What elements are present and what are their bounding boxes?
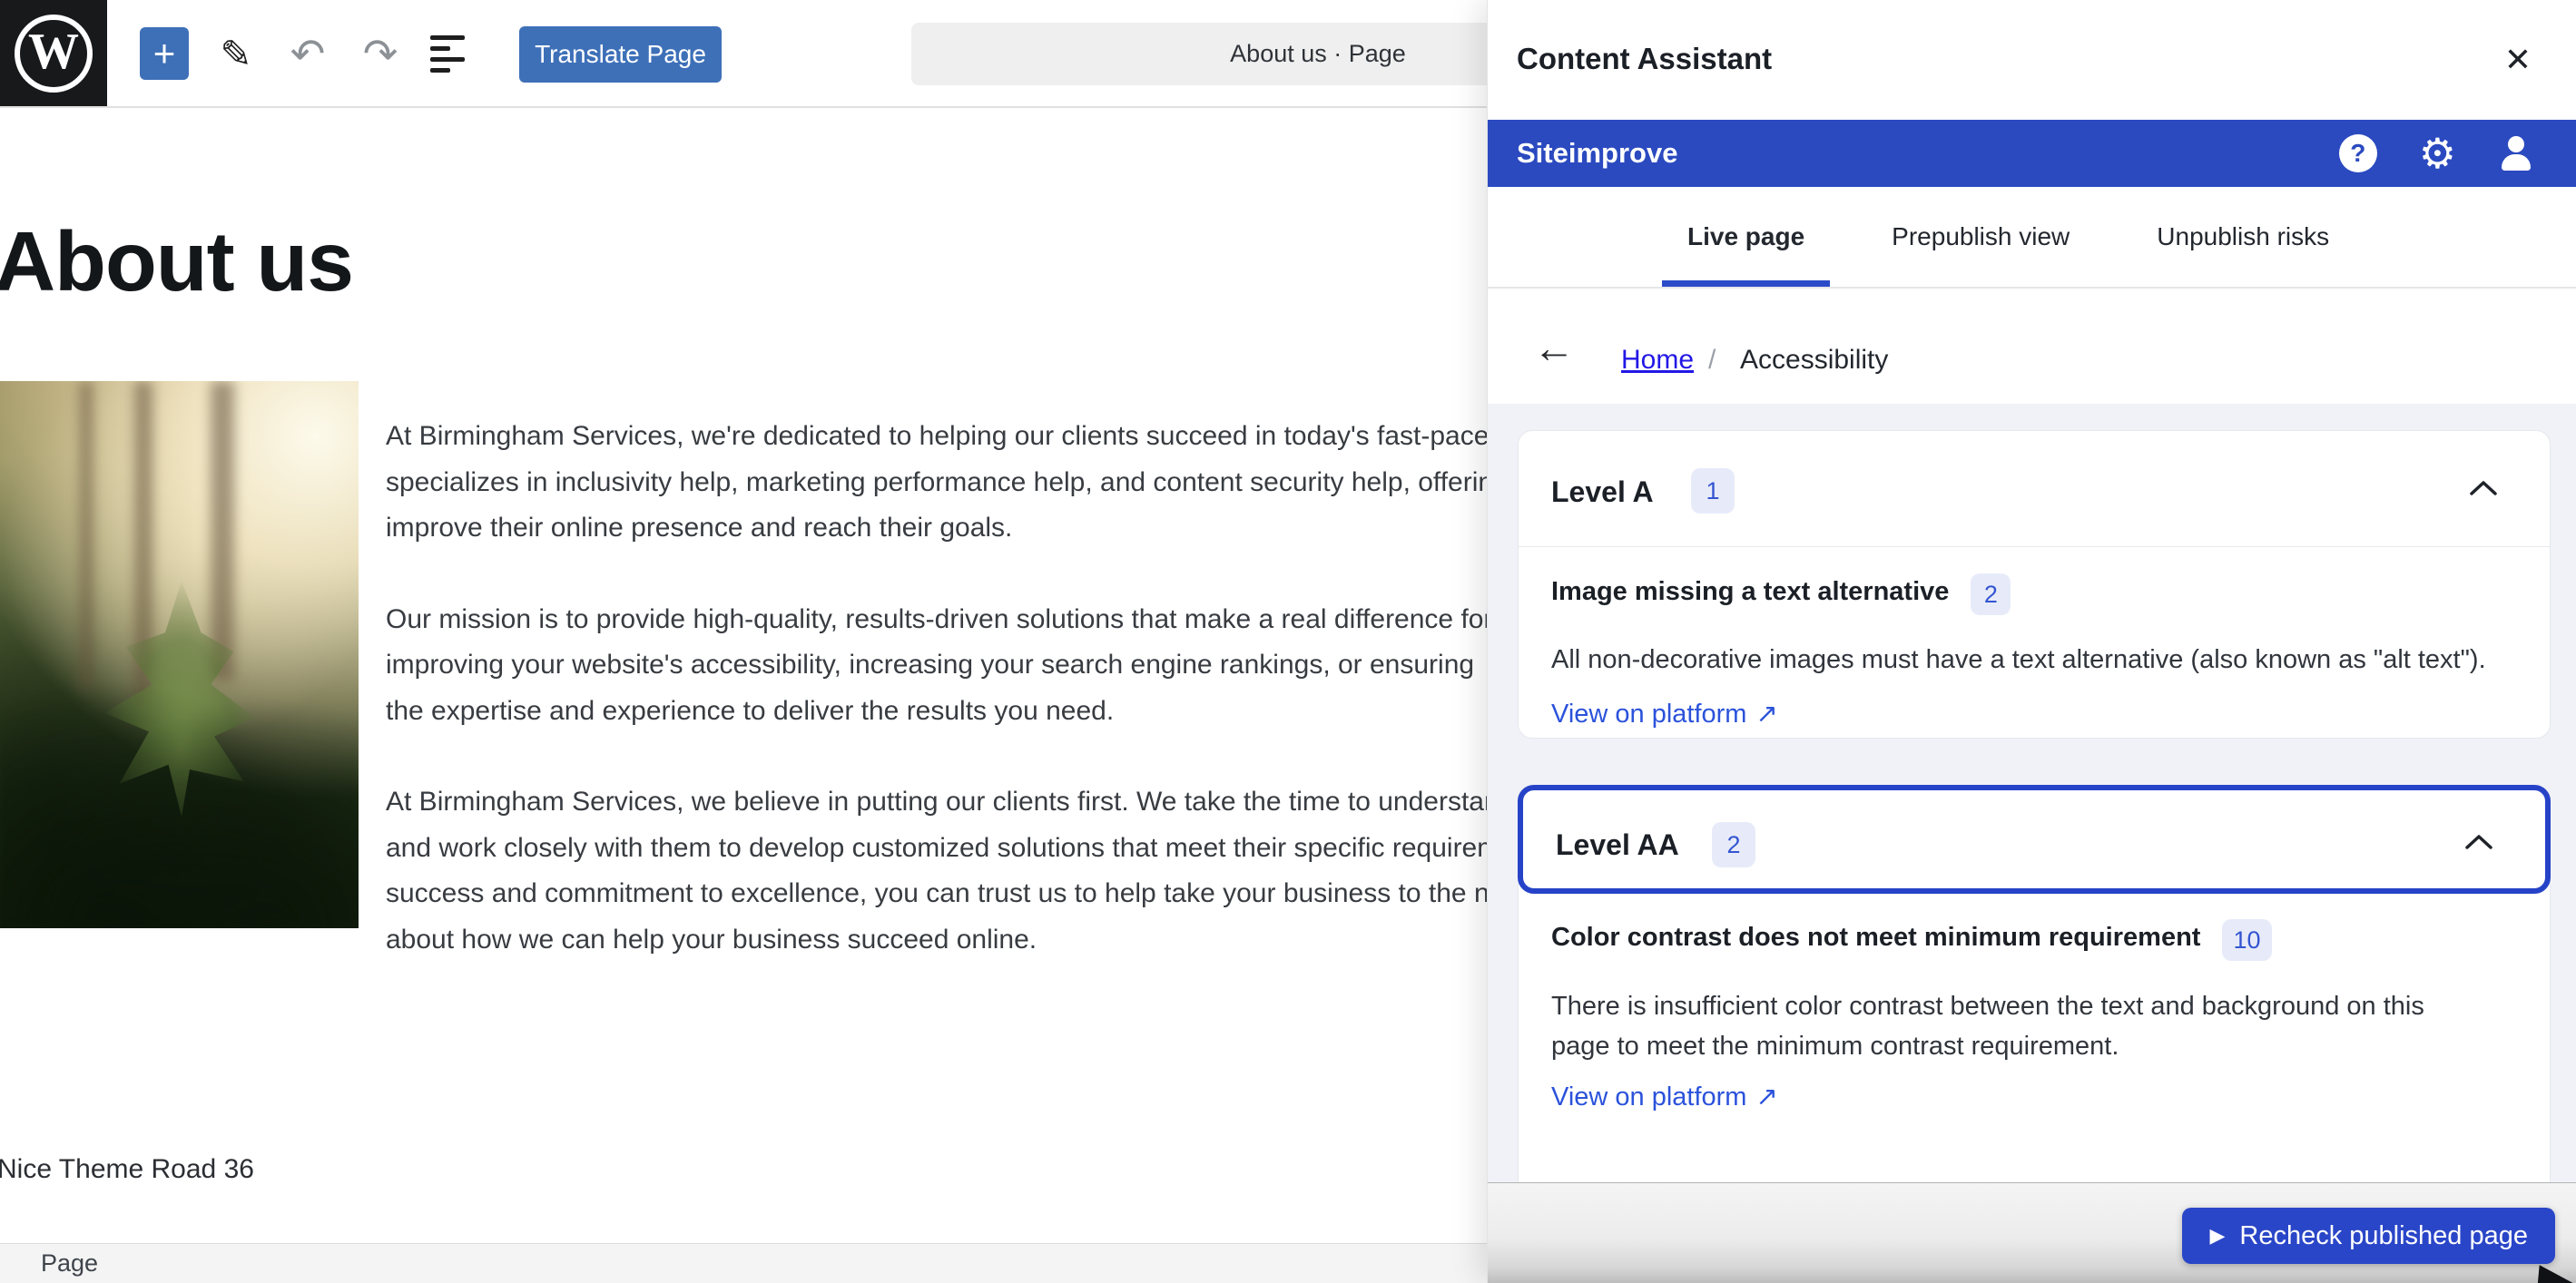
text-line: improve their online presence and reach …	[386, 505, 1487, 552]
text-line: success and commitment to excellence, yo…	[386, 871, 1487, 917]
siteimprove-logo: Siteimprove	[1517, 137, 1677, 170]
play-icon: ▶	[2209, 1224, 2225, 1248]
address-text[interactable]: Nice Theme Road 36	[0, 1154, 254, 1185]
tab-label: Unpublish risks	[2157, 222, 2329, 251]
translate-page-button[interactable]: Translate Page	[519, 26, 722, 83]
issue-count-badge: 10	[2222, 919, 2271, 961]
text-line: the expertise and experience to deliver …	[386, 689, 1487, 735]
page-body-text[interactable]: At Birmingham Services, we're dedicated …	[386, 414, 1487, 1008]
text-line: specializes in inclusivity help, marketi…	[386, 460, 1487, 506]
issue-count-badge: 2	[1971, 573, 2011, 615]
text-line: At Birmingham Services, we're dedicated …	[386, 414, 1487, 460]
card-divider	[1519, 546, 2550, 547]
page-heading[interactable]: About us	[0, 213, 353, 310]
document-overview-icon[interactable]	[430, 0, 479, 107]
account-icon-torso	[2502, 154, 2531, 171]
active-tab-underline	[1662, 280, 1830, 287]
forest-undergrowth	[0, 682, 359, 928]
level-a-card: Level A 1 Image missing a text alternati…	[1518, 430, 2551, 739]
account-icon-head	[2508, 136, 2524, 152]
document-tab-label: About us · Page	[1230, 40, 1406, 68]
panel-title: Content Assistant	[1517, 42, 1772, 76]
redo-icon[interactable]: ↷	[352, 0, 408, 107]
paragraph[interactable]: At Birmingham Services, we're dedicated …	[386, 414, 1487, 552]
status-bar-page-label[interactable]: Page	[41, 1249, 98, 1278]
tab-live-page[interactable]: Live page	[1657, 187, 1835, 287]
breadcrumb: ← Home / Accessibility	[1488, 290, 2576, 404]
link-label: View on platform	[1551, 1082, 1746, 1112]
help-icon[interactable]: ?	[2339, 134, 2377, 172]
breadcrumb-current: Accessibility	[1740, 345, 1888, 376]
issue-title: Image missing a text alternative	[1551, 577, 1949, 607]
issue-description-line: There is insufficient color contrast bet…	[1551, 986, 2517, 1026]
edit-mode-icon[interactable]: ✎	[211, 0, 261, 107]
group-name: Level A	[1551, 475, 1654, 509]
breadcrumb-separator: /	[1708, 345, 1716, 376]
back-arrow-icon[interactable]: ←	[1533, 323, 1575, 372]
paragraph[interactable]: At Birmingham Services, we believe in pu…	[386, 779, 1487, 963]
link-label: View on platform	[1551, 700, 1746, 729]
panel-header: Content Assistant ✕	[1488, 0, 2576, 120]
panel-body: Level A 1 Image missing a text alternati…	[1488, 404, 2576, 1283]
tab-label: Live page	[1687, 222, 1804, 251]
chevron-up-icon	[2463, 832, 2494, 857]
group-count-badge: 1	[1691, 468, 1735, 514]
undo-icon[interactable]: ↶	[280, 0, 336, 107]
external-link-icon: ↗	[1755, 1081, 1777, 1112]
issue-description-line: page to meet the minimum contrast requir…	[1551, 1026, 2517, 1066]
screenshot-root: W + ✎ ↶ ↷ Translate Page About us · Page…	[0, 0, 2576, 1283]
brand-bar-icons: ? ⚙	[2339, 120, 2534, 187]
panel-footer: ▶ Recheck published page	[1488, 1182, 2576, 1283]
gear-icon[interactable]: ⚙	[2419, 132, 2456, 174]
paragraph[interactable]: Our mission is to provide high-quality, …	[386, 597, 1487, 735]
block-inserter-button[interactable]: +	[140, 27, 189, 80]
panel-tabs: Live page Prepublish view Unpublish risk…	[1488, 187, 2576, 289]
level-a-accordion-header[interactable]: Level A 1	[1519, 431, 2550, 546]
wordpress-w-glyph: W	[28, 26, 79, 77]
group-count-badge: 2	[1712, 822, 1755, 867]
level-aa-accordion-header[interactable]: Level AA 2	[1518, 785, 2551, 894]
view-on-platform-link[interactable]: View on platform ↗	[1551, 698, 1778, 730]
issue-description: All non-decorative images must have a te…	[1551, 640, 2517, 680]
text-line: and work closely with them to develop cu…	[386, 826, 1487, 872]
issue-image-alt: Image missing a text alternative 2 All no…	[1519, 575, 2550, 730]
chevron-up-icon	[2468, 478, 2499, 503]
breadcrumb-home-link[interactable]: Home	[1621, 345, 1694, 376]
content-assistant-panel: Content Assistant ✕ Siteimprove ? ⚙ Live…	[1487, 0, 2576, 1283]
text-line: At Birmingham Services, we believe in pu…	[386, 779, 1487, 826]
wordpress-logo-button[interactable]: W	[0, 0, 107, 107]
issue-title: Color contrast does not meet minimum req…	[1551, 923, 2200, 953]
siteimprove-brand-bar: Siteimprove ? ⚙	[1488, 120, 2576, 187]
recheck-published-page-button[interactable]: ▶ Recheck published page	[2182, 1208, 2555, 1264]
recheck-button-label: Recheck published page	[2239, 1221, 2528, 1251]
tree-trunk	[211, 381, 234, 681]
forest-image-block[interactable]	[0, 381, 359, 928]
tab-prepublish-view[interactable]: Prepublish view	[1861, 187, 2100, 287]
group-name: Level AA	[1556, 828, 1679, 862]
tab-unpublish-risks[interactable]: Unpublish risks	[2126, 187, 2360, 287]
view-on-platform-link[interactable]: View on platform ↗	[1551, 1081, 1778, 1112]
text-line: Our mission is to provide high-quality, …	[386, 597, 1487, 643]
account-icon[interactable]	[2498, 134, 2534, 172]
text-line: about how we can help your business succ…	[386, 917, 1487, 964]
tab-label: Prepublish view	[1892, 222, 2070, 251]
external-link-icon: ↗	[1755, 698, 1777, 730]
text-line: improving your website's accessibility, …	[386, 642, 1487, 689]
close-icon[interactable]: ✕	[2498, 40, 2538, 80]
tree-trunk	[80, 381, 93, 690]
wordpress-icon: W	[15, 15, 93, 93]
